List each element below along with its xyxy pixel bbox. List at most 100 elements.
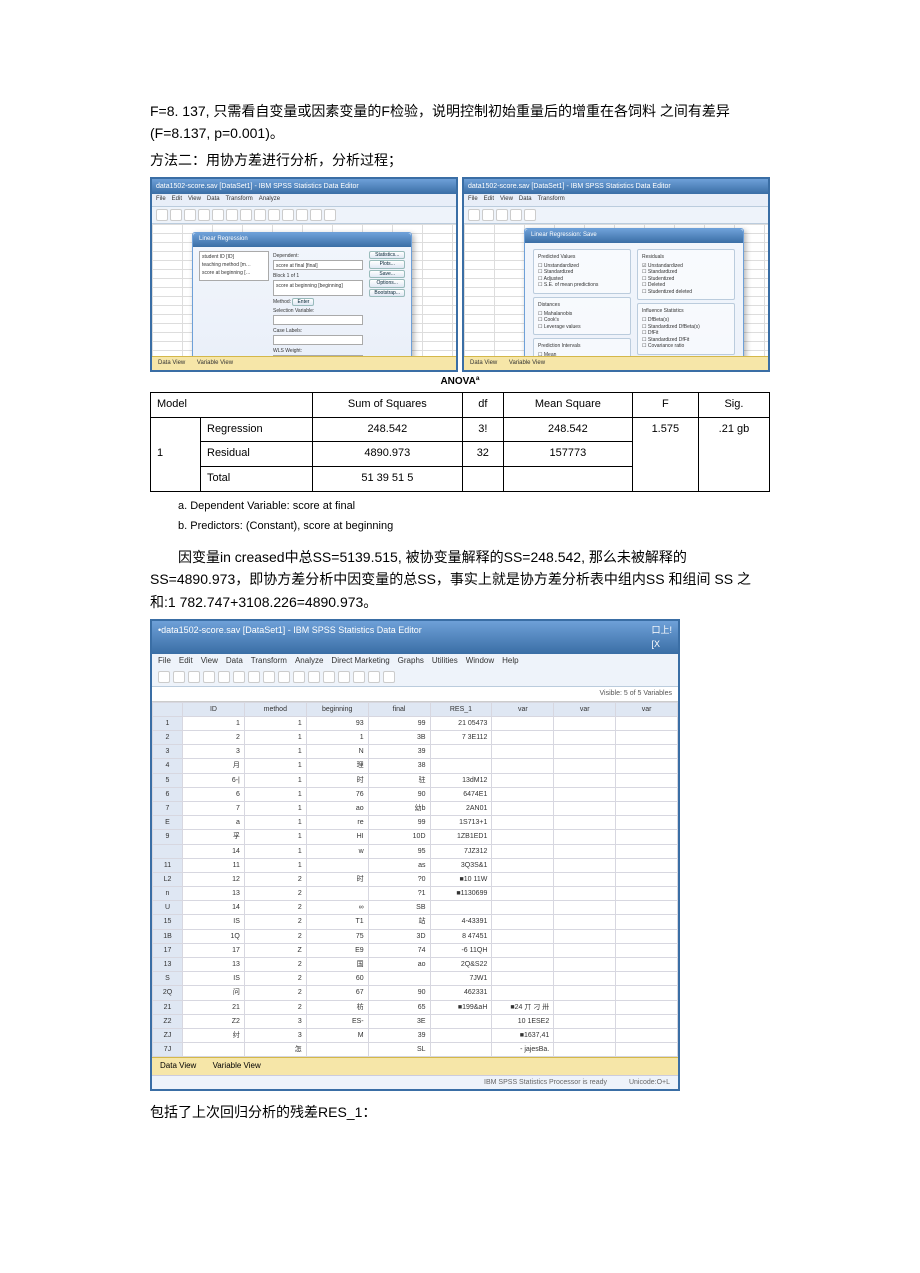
window-titlebar: data1502-score.sav [DataSet1] - IBM SPSS… <box>152 179 456 194</box>
de-tabs: Data View Variable View <box>152 1057 678 1075</box>
anova-footnotes: a. Dependent Variable: score at final b.… <box>178 498 770 536</box>
th-sig: Sig. <box>698 393 769 418</box>
tab-variable-view[interactable]: Variable View <box>509 360 545 366</box>
toolbar <box>464 207 768 224</box>
selection-var-label: Selection Variable: <box>273 307 363 315</box>
predicted-values-group: Predicted Values Unstandardized Standard… <box>533 249 631 294</box>
data-grid[interactable]: ID method beginning final RES_1 var var … <box>152 702 678 1058</box>
distances-group: Distances Mahalanobis Cook's Leverage va… <box>533 297 631 336</box>
tab-variable-view[interactable]: Variable View <box>213 1061 261 1070</box>
tab-data-view[interactable]: Data View <box>470 360 497 366</box>
table-row[interactable]: 141w957JZ312 <box>153 844 678 858</box>
paragraph-2: 方法二：用协方差进行分析，分析过程； <box>150 149 770 171</box>
case-labels-label: Case Labels: <box>273 327 363 335</box>
de-statusbar: IBM SPSS Statistics Processor is ready U… <box>152 1075 678 1089</box>
table-row[interactable]: n132?1■1130699 <box>153 887 678 901</box>
toolbar-icon[interactable] <box>156 209 168 221</box>
view-tabs: Data View Variable View <box>152 356 456 371</box>
tab-variable-view[interactable]: Variable View <box>197 360 233 366</box>
table-row[interactable]: 1B1Q2753D8 47451 <box>153 929 678 943</box>
dependent-label: Dependent: <box>273 252 363 260</box>
table-row[interactable]: Ea1re991S713+1 <box>153 816 678 830</box>
paragraph-3: 因变量in creased中总SS=5139.515, 被协变量解释的SS=24… <box>150 546 770 613</box>
save-button[interactable]: Save... <box>369 270 405 279</box>
undo-icon[interactable] <box>218 671 230 683</box>
table-row[interactable]: 771ao幼b2AN01 <box>153 801 678 815</box>
view-tabs: Data View Variable View <box>464 356 768 371</box>
table-row[interactable]: 1717ZE974-6 11QH <box>153 943 678 957</box>
table-row[interactable]: 7J怎SL- jajesBa. <box>153 1043 678 1057</box>
table-row[interactable]: 66176906474E1 <box>153 787 678 801</box>
anova-table: Model Sum of Squares df Mean Square F Si… <box>150 392 770 491</box>
table-row[interactable]: 331N39 <box>153 745 678 759</box>
wls-label: WLS Weight: <box>273 347 363 355</box>
footnote-a: a. Dependent Variable: score at final <box>178 498 770 516</box>
table-row[interactable]: L2122时?0■10 11W <box>153 872 678 886</box>
method-select[interactable]: Enter <box>292 298 314 307</box>
de-menubar: FileEditViewDataTransformAnalyzeDirect M… <box>152 654 678 669</box>
window-controls: 口上![X <box>651 623 672 652</box>
block-field[interactable]: score at beginning [beginning] <box>273 280 363 296</box>
spss-screenshot-pair: data1502-score.sav [DataSet1] - IBM SPSS… <box>150 177 770 372</box>
spss-data-editor: •data1502-score.sav [DataSet1] - IBM SPS… <box>150 619 680 1091</box>
tab-data-view[interactable]: Data View <box>158 360 185 366</box>
linear-regression-dialog: Linear Regression student ID [ID] teachi… <box>192 232 412 372</box>
paragraph-1: F=8. 137, 只需看自变量或因素变量的F检验，说明控制初始重量后的增重在各… <box>150 100 770 145</box>
dialog-title: Linear Regression: Save <box>525 229 743 243</box>
table-row[interactable]: Z2Z23ES-3E10 1ESE2 <box>153 1014 678 1028</box>
th-ms: Mean Square <box>503 393 632 418</box>
checkbox-leverage[interactable]: Leverage values <box>538 324 626 331</box>
th-ss: Sum of Squares <box>312 393 462 418</box>
influence-group: Influence Statistics DfBeta(s) Standardi… <box>637 303 735 355</box>
menubar: FileEditViewDataTransform <box>464 194 768 207</box>
table-row[interactable]: 2Q问26790462331 <box>153 986 678 1000</box>
footnote-b: b. Predictors: (Constant), score at begi… <box>178 518 770 536</box>
redo-icon[interactable] <box>233 671 245 683</box>
dialog-title: Linear Regression <box>193 233 411 247</box>
print-icon[interactable] <box>188 671 200 683</box>
table-row[interactable]: 21212枋65■199&aH■24 丌 刁 卅 <box>153 1000 678 1014</box>
paragraph-4: 包括了上次回归分析的残差RES_1： <box>150 1101 770 1123</box>
table-row[interactable]: 111939921 05473 <box>153 716 678 730</box>
plots-button[interactable]: Plots... <box>369 260 405 269</box>
anova-row-regression: 1 Regression 248.542 3! 248.542 1.575 .2… <box>151 417 770 442</box>
regression-save-dialog: Linear Regression: Save Predicted Values… <box>524 228 744 372</box>
th-f: F <box>632 393 698 418</box>
save-icon[interactable] <box>173 671 185 683</box>
anova-title: ANOVAª <box>150 374 770 390</box>
de-toolbar <box>152 668 678 687</box>
window-titlebar: data1502-score.sav [DataSet1] - IBM SPSS… <box>464 179 768 194</box>
de-titlebar: •data1502-score.sav [DataSet1] - IBM SPS… <box>152 621 678 654</box>
statistics-button[interactable]: Statistics... <box>369 251 405 260</box>
spss-window-regression: data1502-score.sav [DataSet1] - IBM SPSS… <box>150 177 458 372</box>
bootstrap-button[interactable]: Bootstrap... <box>369 289 405 298</box>
table-row[interactable]: SIS2607JW1 <box>153 972 678 986</box>
th-df: df <box>462 393 503 418</box>
grid-header-row: ID method beginning final RES_1 var var … <box>153 702 678 716</box>
spss-window-save: data1502-score.sav [DataSet1] - IBM SPSS… <box>462 177 770 372</box>
checkbox-studdel-res[interactable]: Studentized deleted <box>642 289 730 296</box>
options-button[interactable]: Options... <box>369 279 405 288</box>
method-label: Method: Enter <box>273 298 363 307</box>
table-row[interactable]: 15IS2T1站4-43391 <box>153 915 678 929</box>
table-row[interactable]: U142∞SB <box>153 901 678 915</box>
table-row[interactable]: 22113B7 3E112 <box>153 731 678 745</box>
open-icon[interactable] <box>158 671 170 683</box>
selection-var-field[interactable] <box>273 315 363 325</box>
block-label: Block 1 of 1 <box>273 272 363 280</box>
th-model: Model <box>151 393 313 418</box>
table-row[interactable]: 56-|1时驻13dM12 <box>153 773 678 787</box>
checkbox-covratio[interactable]: Covariance ratio <box>642 343 730 350</box>
table-row[interactable]: 13132国ao2Q&S22 <box>153 958 678 972</box>
table-row[interactable]: 4月1理38 <box>153 759 678 773</box>
variables-listbox[interactable]: student ID [ID] teaching method [m… scor… <box>199 251 269 281</box>
residuals-group: Residuals Unstandardized Standardized St… <box>637 249 735 301</box>
table-row[interactable]: ZJ纣3M39■1637,41 <box>153 1028 678 1042</box>
table-row[interactable]: 9孚1HI10D1ZB1ED1 <box>153 830 678 844</box>
tab-data-view[interactable]: Data View <box>160 1061 196 1070</box>
dependent-field[interactable]: score at final [final] <box>273 260 363 270</box>
checkbox-se-pred[interactable]: S.E. of mean predictions <box>538 282 626 289</box>
table-row[interactable]: 11111as3Q3S&1 <box>153 858 678 872</box>
visible-vars-label: Visible: 5 of 5 Variables <box>152 687 678 701</box>
case-labels-field[interactable] <box>273 335 363 345</box>
